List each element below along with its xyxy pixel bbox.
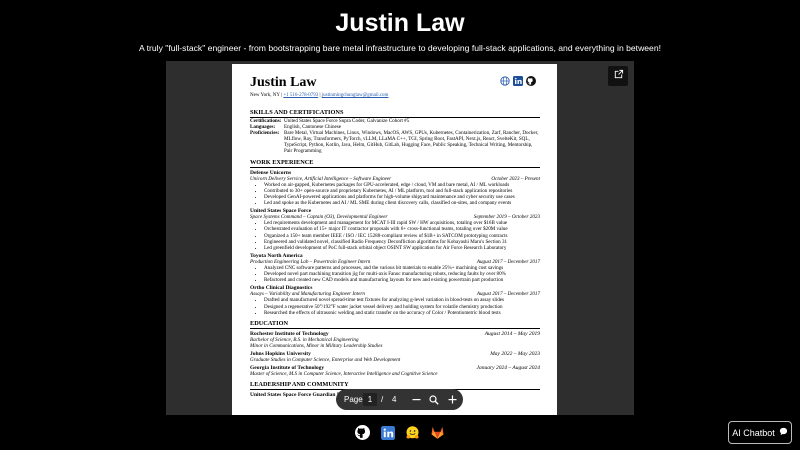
job-entry: Ortho Clinical Diagnostics Assays – Vari… [250,285,540,315]
edu-dates: August 2014 – May 2019 [484,330,540,337]
education-entry: Johns Hopkins University May 2022 – May 2… [250,351,540,363]
job-bullet: Designed a regenerative 50°/192°F water … [264,304,540,310]
open-external-icon [613,67,624,85]
job-bullet: Drafted and manufactured novel spread-ti… [264,297,540,303]
gitlab-link[interactable] [429,424,446,441]
resume-page: Justin Law New York, NY | +1 516-278-079… [232,64,557,415]
contact-location: New York, NY [250,93,280,98]
skill-row: Proficiencies: Bare Metal, Virtual Machin… [250,130,540,154]
job-dates: October 2023 – Present [491,175,540,182]
contact-phone-link[interactable]: +1 516-278-0793 [283,93,318,98]
github-icon [355,425,370,440]
chatbot-label: AI Chatbot [732,427,775,438]
huggingface-link[interactable] [404,424,421,441]
job-bullet: Orchestrated evaluation of 15+ major IT … [264,226,540,232]
job-bullet: Organized a 150+ team member IEEE / ISO … [264,233,540,239]
resume-body: SKILLS AND CERTIFICATIONS Certifications… [250,105,540,398]
hero-title: Justin Law [335,9,465,37]
section-heading-skills: SKILLS AND CERTIFICATIONS [250,109,540,118]
open-in-new-tab-button[interactable] [608,66,628,86]
zoom-search-button[interactable] [427,392,441,407]
page-number-input[interactable]: 1 [363,393,377,406]
job-entry: Toyota North America Production Engineer… [250,253,540,283]
edu-degree: Graduate Studies in Computer Science, En… [250,357,401,364]
job-entry: United States Space Force Space Systems … [250,208,540,251]
edu-dates: May 2022 – May 2023 [490,351,540,357]
page-label: Page [344,395,363,404]
page-total: 4 [392,395,397,404]
edu-dates: January 2024 – August 2024 [476,365,540,372]
zoom-out-button[interactable] [409,392,423,407]
github-link[interactable] [354,424,371,441]
skill-value: Bare Metal, Virtual Machines, Linux, Win… [284,130,539,155]
github-icon[interactable] [526,76,536,86]
section-heading-education: EDUCATION [250,320,540,329]
social-links [354,424,446,441]
gitlab-icon [431,426,444,439]
education-entry: Georgia Institute of Technology January 2… [250,365,540,377]
job-bullet: Worked on air-gapped, Kubernetes package… [264,182,540,188]
resume-icons [500,76,536,86]
linkedin-icon [380,425,395,440]
edu-degree: Master of Science, M.S in Computer Scien… [250,371,438,378]
globe-icon[interactable] [500,76,510,86]
skill-label: Proficiencies: [250,130,280,137]
page-separator: / [381,395,384,404]
job-bullet: Led and spoke as the Kubernetes and AI /… [264,200,540,206]
ai-chatbot-button[interactable]: AI Chatbot [728,421,792,444]
linkedin-icon[interactable] [513,76,523,86]
hero-subtitle: A truly "full-stack" engineer - from boo… [139,43,661,53]
chat-bubble-icon [779,427,788,438]
job-bullet: Engineered and validated novel, classifi… [264,239,540,245]
job-role: Unicorn Delivery Service, Artificial Int… [250,175,392,182]
section-heading-experience: WORK EXPERIENCE [250,159,540,168]
job-bullet: Refactored and created new CAD models an… [264,277,540,283]
huggingface-icon [406,426,419,439]
job-bullet: Led greenfield development of PoC full-s… [264,245,540,251]
job-bullet: Researched the effects of ultrasonic wel… [264,310,540,316]
resume-name: Justin Law [250,75,317,90]
job-entry: Defense Unicorns Unicorn Delivery Servic… [250,170,540,207]
minus-icon [412,399,420,401]
linkedin-link[interactable] [379,424,396,441]
zoom-in-button[interactable] [445,392,459,407]
contact-email-link[interactable]: justinmingchunglaw@gmail.com [322,93,389,98]
resume-contact: New York, NY | +1 516-278-0793 | justinm… [250,93,389,98]
pdf-toolbar: Page 1 / 4 [336,389,463,410]
edu-detail: Minor in Communications, Minor in Milita… [250,342,383,349]
plus-icon [448,395,456,404]
magnifier-icon [429,394,439,405]
education-entry: Rochester Institute of Technology August … [250,331,540,349]
